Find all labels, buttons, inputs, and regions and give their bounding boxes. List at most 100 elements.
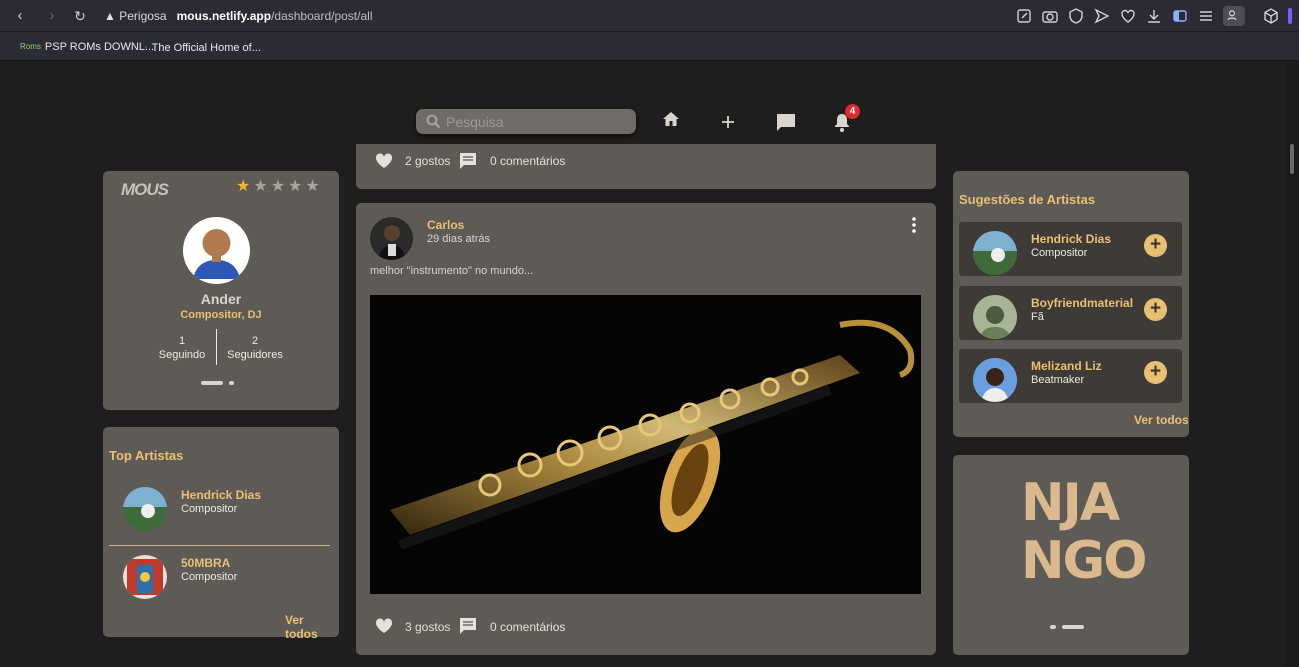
back-icon[interactable]: ‹ — [10, 6, 30, 26]
post-card-previous: 2 gostos 0 comentários — [356, 144, 936, 189]
chat-icon[interactable] — [775, 111, 797, 133]
carousel-dot-active[interactable] — [201, 381, 223, 385]
suggestions-title: Sugestões de Artistas — [959, 192, 1096, 207]
security-label: Perigosa — [119, 9, 167, 23]
heart-icon[interactable] — [1119, 7, 1137, 25]
post-card: Carlos 29 dias atrás melhor "instrumento… — [356, 203, 936, 655]
carousel-dot[interactable] — [1050, 625, 1056, 629]
followers-stat[interactable]: 2 Seguidores — [223, 334, 287, 362]
artist-role: Beatmaker — [1031, 374, 1085, 386]
like-heart-icon[interactable] — [375, 618, 393, 634]
top-artists-title: Top Artistas — [109, 448, 184, 463]
divider — [109, 545, 330, 546]
url-host: mous.netlify.app — [176, 9, 272, 23]
follow-button[interactable]: + — [1144, 234, 1167, 257]
post-author[interactable]: Carlos — [427, 218, 464, 232]
see-all-link[interactable]: Ver todos — [285, 613, 339, 641]
comments-count: 0 comentários — [490, 154, 566, 168]
browser-toolbar: ‹ › ↻ ▲ Perigosa mous.netlify.app/dashbo… — [0, 0, 1299, 32]
carousel-dot-active[interactable] — [1062, 625, 1084, 629]
avatar[interactable] — [123, 487, 167, 531]
following-label: Seguindo — [158, 349, 206, 361]
comments-count: 0 comentários — [490, 620, 566, 634]
likes-count: 2 gostos — [405, 154, 451, 168]
see-all-link[interactable]: Ver todos — [1134, 413, 1189, 427]
artist-name: Boyfriendmaterial — [1031, 296, 1134, 310]
artist-name[interactable]: Hendrick Dias — [181, 488, 261, 502]
artist-role: Compositor — [1031, 247, 1088, 259]
artist-name: Hendrick Dias — [1031, 232, 1112, 246]
avatar — [973, 231, 1017, 275]
scrollbar-thumb[interactable] — [1290, 144, 1294, 174]
avatar — [973, 295, 1017, 339]
notification-badge: 4 — [845, 104, 860, 119]
suggestion-row[interactable]: Boyfriendmaterial Fã + — [959, 286, 1182, 340]
shield-icon[interactable] — [1067, 7, 1085, 25]
bookmark-psp-roms[interactable]: Roms PSP ROMs DOWNL... — [20, 40, 154, 54]
comment-icon[interactable] — [459, 152, 477, 170]
roms-favicon-icon: Roms — [20, 42, 41, 51]
njango-logo-line1: NJA — [1021, 473, 1120, 533]
like-heart-icon[interactable] — [375, 153, 393, 169]
avatar[interactable] — [370, 217, 413, 260]
site-favicon-icon: · — [144, 41, 148, 53]
edit-icon[interactable] — [1015, 7, 1033, 25]
promo-card: NJA NGO — [953, 455, 1189, 655]
extension-cube-icon[interactable] — [1262, 7, 1280, 25]
forward-icon[interactable]: › — [42, 6, 62, 26]
following-count: 1 — [178, 335, 186, 347]
address-bar[interactable]: ▲ Perigosa mous.netlify.app/dashboard/po… — [104, 7, 372, 25]
profile-card: MOUS ★★★★★ Ander Compositor, DJ 1 Seguin… — [103, 171, 339, 410]
home-icon[interactable] — [660, 108, 682, 130]
rating-stars: ★★★★★ — [236, 178, 323, 195]
profile-role: Compositor, DJ — [180, 309, 262, 321]
followers-count: 2 — [251, 335, 259, 347]
url-path: /dashboard/post/all — [271, 9, 373, 23]
post-image-saxophone[interactable] — [370, 295, 921, 594]
profile-icon[interactable] — [1223, 6, 1245, 26]
post-text: melhor "instrumento" no mundo... — [370, 265, 534, 277]
bookmark-label: PSP ROMs DOWNL... — [44, 41, 155, 53]
artist-role: Fã — [1031, 311, 1044, 323]
warning-icon: ▲ — [104, 9, 116, 23]
accent-indicator — [1288, 8, 1292, 24]
top-artists-card: Top Artistas Hendrick Dias Compositor 50… — [103, 427, 339, 641]
following-stat[interactable]: 1 Seguindo — [157, 334, 207, 362]
more-options-icon[interactable] — [909, 216, 919, 234]
mous-logo: MOUS — [121, 180, 169, 199]
download-icon[interactable] — [1145, 7, 1163, 25]
njango-logo-line2: NGO — [1021, 531, 1147, 591]
followers-label: Seguidores — [227, 349, 283, 361]
artist-role: Compositor — [181, 571, 238, 583]
suggestions-card: Sugestões de Artistas Hendrick Dias Comp… — [953, 171, 1189, 437]
post-time: 29 dias atrás — [427, 233, 490, 245]
avatar[interactable] — [183, 217, 250, 284]
search-icon — [426, 114, 441, 129]
bookmark-label: The Official Home of... — [151, 42, 261, 54]
carousel-dot[interactable] — [229, 381, 234, 385]
avatar[interactable] — [123, 555, 167, 599]
settings-sliders-icon[interactable] — [1197, 7, 1215, 25]
reload-icon[interactable]: ↻ — [70, 6, 90, 26]
send-icon[interactable] — [1093, 7, 1111, 25]
scrollbar[interactable] — [1286, 64, 1299, 667]
likes-count: 3 gostos — [405, 620, 451, 634]
artist-name[interactable]: 50MBRA — [181, 556, 230, 570]
comment-icon[interactable] — [459, 617, 477, 635]
search-input[interactable]: Pesquisa — [416, 109, 636, 134]
follow-button[interactable]: + — [1144, 298, 1167, 321]
bookmark-official-home[interactable]: · The Official Home of... — [144, 40, 261, 54]
avatar — [973, 358, 1017, 402]
follow-button[interactable]: + — [1144, 361, 1167, 384]
camera-icon[interactable] — [1041, 7, 1059, 25]
profile-name: Ander — [200, 291, 242, 307]
stat-divider — [216, 329, 217, 365]
add-icon[interactable] — [717, 111, 739, 133]
search-placeholder: Pesquisa — [446, 114, 504, 130]
artist-name: Melizand Liz — [1031, 359, 1102, 373]
artist-role: Compositor — [181, 503, 238, 515]
suggestion-row[interactable]: Melizand Liz Beatmaker + — [959, 349, 1182, 403]
sidebar-icon[interactable] — [1171, 7, 1189, 25]
suggestion-row[interactable]: Hendrick Dias Compositor + — [959, 222, 1182, 276]
page-viewport: Pesquisa 4 MOUS ★★★★★ Ander Compositor, … — [7, 64, 1285, 667]
